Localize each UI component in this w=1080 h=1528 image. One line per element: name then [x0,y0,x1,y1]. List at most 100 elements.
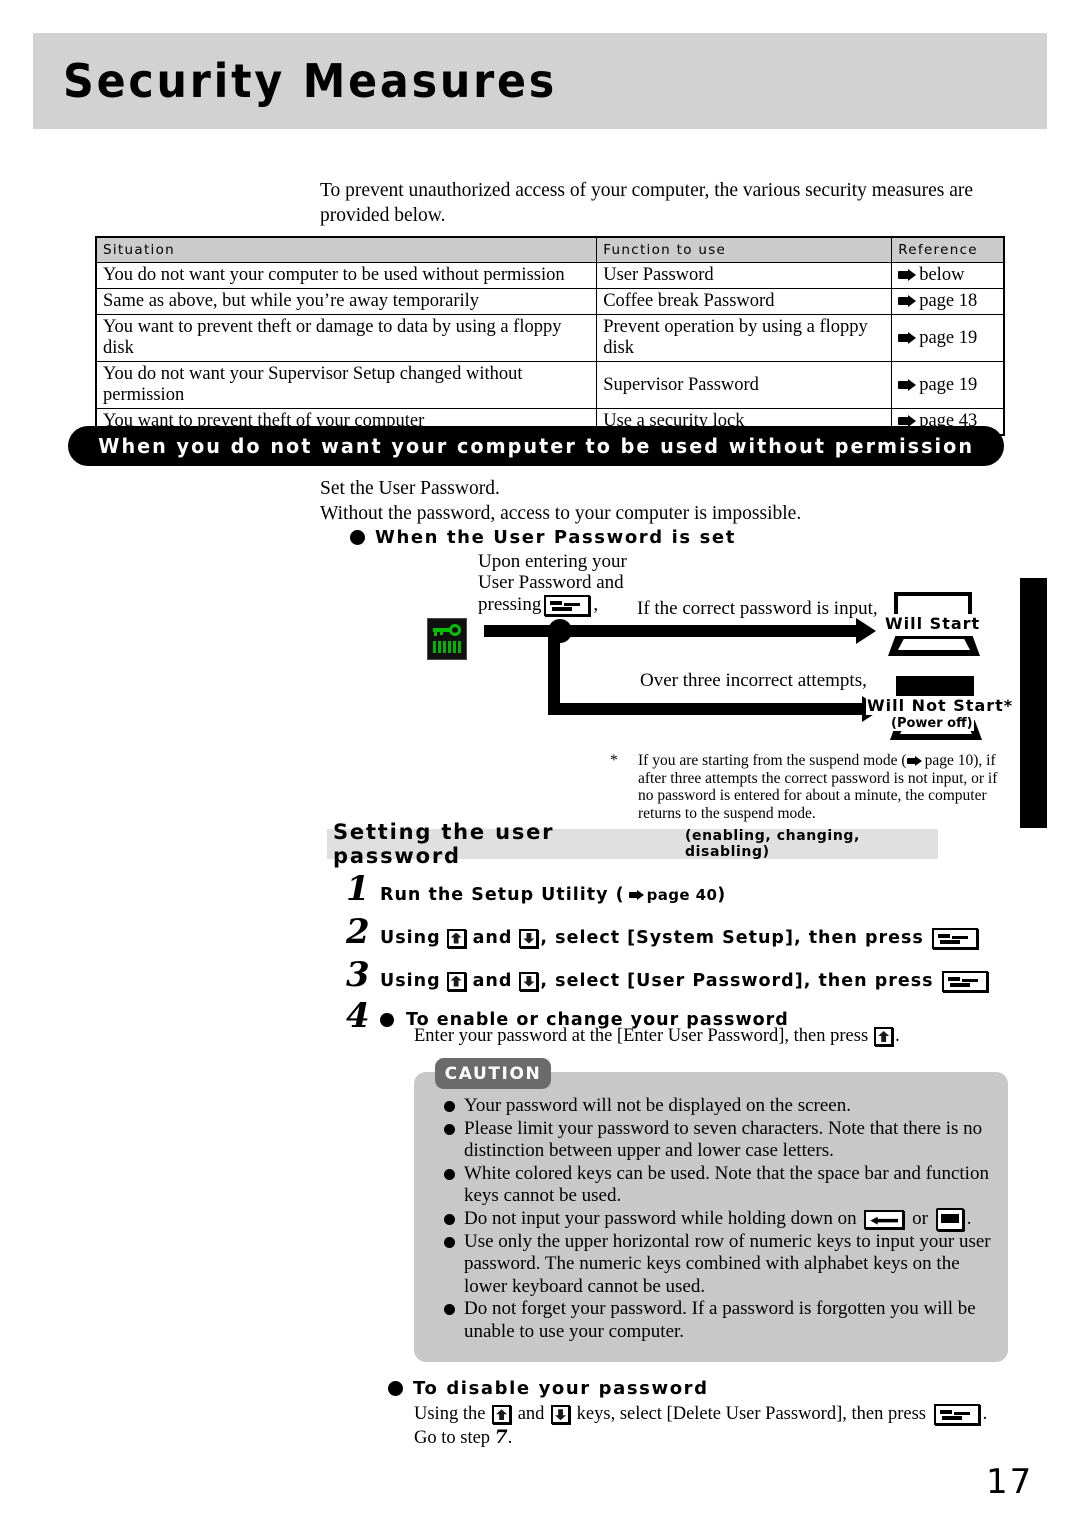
table-row: Same as above, but while you’re away tem… [95,288,1005,315]
cell-reference: below [891,262,1005,289]
cell-reference: page 18 [891,288,1005,315]
step-2-pre: Using [380,928,441,948]
step-4-note-pre: Enter your password at the [Enter User P… [414,1026,869,1046]
intro-paragraph: To prevent unauthorized access of your c… [320,180,974,226]
page-title: Security Measures [63,54,558,108]
bullet-dot-icon [350,530,365,545]
arrow-up-key-icon [446,928,466,948]
diagram-pressing-label: pressing [478,594,542,615]
caution-item: Do not forget your password. If a passwo… [444,1298,996,1343]
arrow-up-key-icon [446,971,466,991]
table-header-situation: Situation [95,236,598,263]
caution-item: Please limit your password to seven char… [444,1118,996,1163]
step-4-note: Enter your password at the [Enter User P… [414,1026,900,1047]
section-header-banner: When you do not want your computer to be… [68,426,1004,466]
bullet-dot-icon [444,1123,455,1135]
caution-item-text: Do not forget your password. If a passwo… [464,1298,976,1342]
enter-key-icon [941,970,988,992]
disable-password-text: Using the and keys, select [Delete User … [414,1402,1014,1450]
bullet-when-password-set-label: When the User Password is set [375,527,736,548]
step-3: 3 Using and , select [User Password], th… [346,955,991,995]
step-2-mid: and [472,928,513,948]
step-1-page-ref: page 40 [646,886,718,904]
caution-item-text: Your password will not be displayed on t… [464,1095,851,1116]
disable-pre: Using the [414,1404,486,1424]
pointing-hand-icon [898,378,917,391]
arrow-line-incorrect [548,703,870,715]
setting-password-header-sub: (enabling, changing, disabling) [685,828,860,860]
table-row: You do not want your Supervisor Setup ch… [95,361,1005,409]
diagram-label-incorrect: Over three incorrect attempts, [640,670,867,691]
diagram-will-not-start-label: Will Not Start* [866,696,1015,715]
bullet-dot-icon [444,1168,455,1180]
security-measures-table: Situation Function to use Reference You … [95,236,1005,436]
table-header-reference: Reference [891,236,1005,263]
caution-item-text: Please limit your password to seven char… [464,1117,983,1162]
diagram-upon-line-1: Upon entering your [478,551,627,572]
lead-line-1: Set the User Password. [320,478,500,499]
cell-situation: You do not want your Supervisor Setup ch… [95,361,598,409]
arrow-down-key-icon [519,971,539,991]
step-1: 1 Run the Setup Utility ( page 40 ) [346,869,726,909]
bullet-dot-icon [380,1013,394,1027]
caution-keys-pre: Do not input your password while holding… [464,1207,857,1229]
bullet-dot-icon [388,1381,403,1396]
arrow-down-key-icon [519,928,539,948]
footnote-text: If you are starting from the suspend mod… [638,752,1005,822]
cell-reference: page 19 [891,314,1005,362]
footnote: * If you are starting from the suspend m… [610,752,1005,822]
footnote-part-1: If you are starting from the suspend mod… [638,752,907,769]
lead-line-2: Without the password, access to your com… [320,503,802,524]
caution-keys-mid: or [912,1207,928,1229]
caution-item-keys: Do not input your password while holding… [444,1208,996,1231]
bullet-dot-icon [444,1101,455,1112]
enter-key-icon [931,927,978,949]
section-header-text: When you do not want your computer to be… [98,434,974,458]
reference-text: page 18 [919,291,978,311]
pointing-hand-icon [628,890,645,900]
setting-password-header-main: Setting the user password [333,820,555,868]
bullet-dot-icon [444,1236,455,1248]
diagram-upon-line-2: User Password and [478,572,624,593]
table-header-function: Function to use [596,236,893,263]
caution-badge-label: CAUTION [444,1063,542,1084]
cell-function: User Password [596,262,893,289]
caution-item-keys-text: Do not input your password while holding… [464,1208,996,1231]
caution-item: Use only the upper horizontal row of num… [444,1231,996,1299]
table-row: You do not want your computer to be used… [95,262,1005,289]
arrow-up-key-icon [874,1027,894,1046]
step-2-text: Using and , select [System Setup], then … [380,927,981,949]
bullet-disable-password: To disable your password [388,1378,709,1399]
diagram-pressing-suffix: , [593,594,599,615]
enter-key-icon [933,1404,980,1426]
step-3-pre: Using [380,971,441,991]
step-2-post: , select [System Setup], then press [540,928,924,948]
caution-keys-post: . [966,1207,972,1229]
arrow-line-correct [484,625,864,637]
enter-key-icon [544,594,591,616]
bullet-dot-icon [444,1213,455,1225]
arrow-head-correct [856,618,876,644]
step-1-text: Run the Setup Utility ( page 40 ) [380,885,726,905]
cell-situation: Same as above, but while you’re away tem… [95,288,598,315]
key-shape [433,624,461,637]
arrow-down-key-icon [551,1405,571,1425]
disable-step-number: 7 [494,1427,508,1448]
caution-item-text: Use only the upper horizontal row of num… [464,1230,991,1297]
arrow-up-key-icon [492,1405,512,1425]
disable-post: keys, select [Delete User Password], the… [576,1404,926,1424]
diagram-power-off-label: (Power off) [890,716,974,731]
branch-junction-dot [548,619,572,643]
step-2-number: 2 [346,912,370,952]
step-4-note-post: . [895,1026,900,1046]
step-3-number: 3 [346,955,370,995]
caution-item: Your password will not be displayed on t… [444,1095,996,1118]
pointing-hand-icon [898,269,917,281]
disable-mid: and [517,1404,545,1424]
caution-badge: CAUTION [435,1058,551,1089]
diagram-pressing-row: pressing , [478,594,598,616]
pointing-hand-icon [906,756,923,766]
step-2: 2 Using and , select [System Setup], the… [346,912,981,952]
caution-item: White colored keys can be used. Note tha… [444,1163,996,1208]
caution-list: Your password will not be displayed on t… [444,1095,996,1343]
